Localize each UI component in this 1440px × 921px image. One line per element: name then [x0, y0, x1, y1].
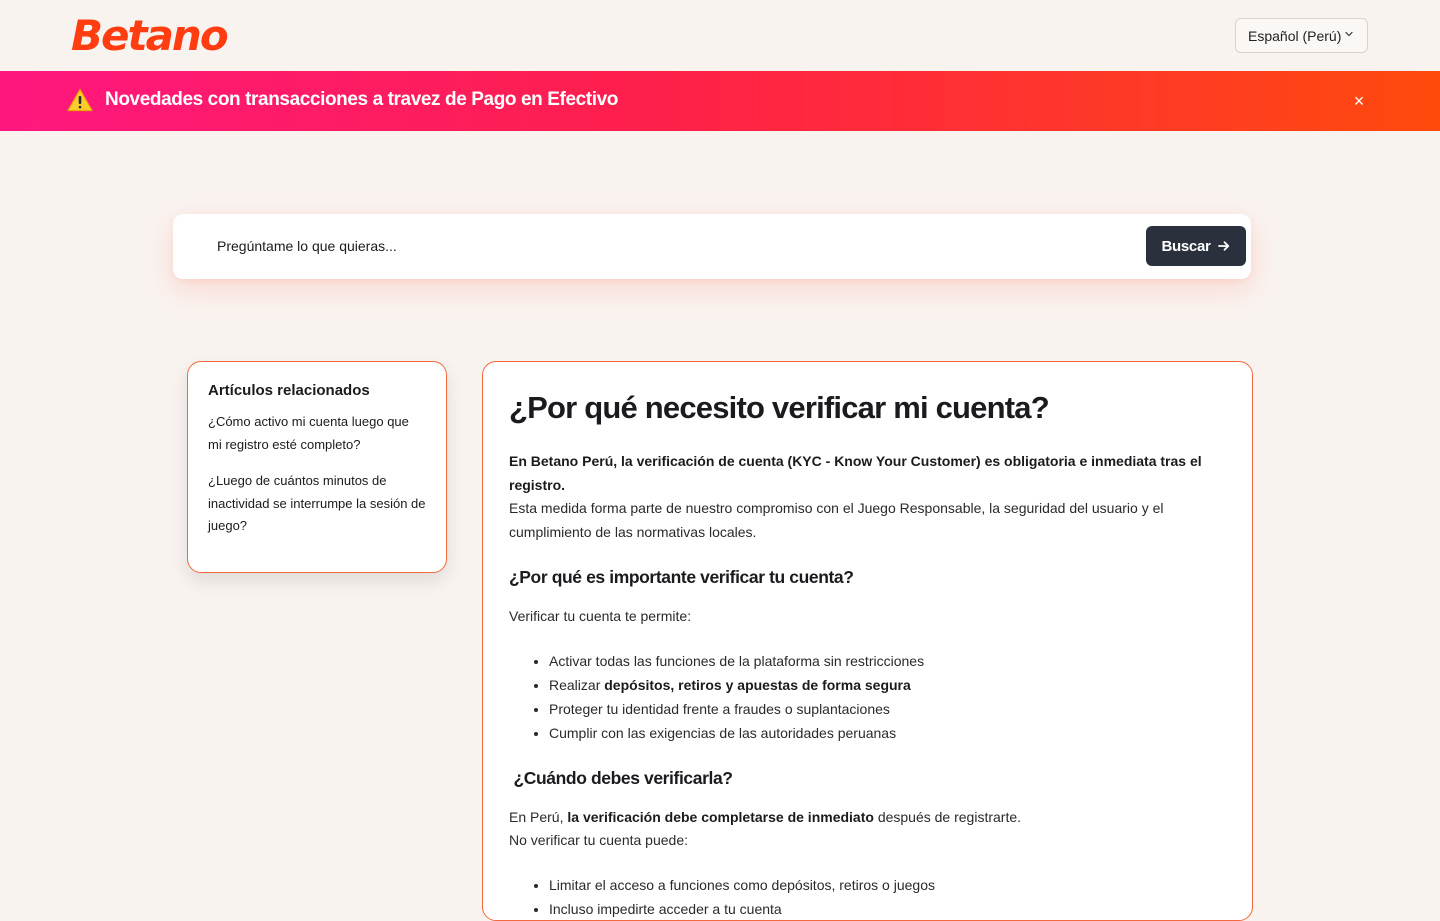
search-button-label: Buscar: [1161, 237, 1211, 255]
list-item: Activar todas las funciones de la plataf…: [549, 649, 1226, 673]
section-title: ¿Cuándo debes verificarla?: [509, 767, 733, 788]
related-articles-panel: Artículos relacionados ¿Cómo activo mi c…: [187, 361, 447, 573]
close-icon[interactable]: ×: [1350, 92, 1368, 110]
betano-logo[interactable]: Betano: [71, 12, 229, 60]
section-prefix: En Perú,: [509, 808, 568, 825]
related-article-link[interactable]: ¿Luego de cuántos minutos de inactividad…: [208, 470, 426, 538]
article-title: ¿Por qué necesito verificar mi cuenta?: [509, 390, 1050, 425]
article-intro: En Betano Perú, la verificación de cuent…: [509, 450, 1226, 544]
related-articles-title: Artículos relacionados: [208, 382, 370, 399]
chevron-down-icon: [1345, 31, 1353, 37]
list-item-bold: depósitos, retiros y apuestas de forma s…: [604, 676, 911, 693]
list-item: Limitar el acceso a funciones como depós…: [549, 873, 1226, 897]
list-item-prefix: Realizar: [549, 676, 605, 693]
list-item: Incluso impedirte acceder a tu cuenta: [549, 897, 1226, 921]
search-box: Buscar: [173, 214, 1251, 279]
intro-bold: En Betano Perú, la verificación de cuent…: [509, 453, 1202, 493]
banner-message[interactable]: Novedades con transacciones a travez de …: [105, 89, 618, 111]
list-item: Cumplir con las exigencias de las autori…: [549, 721, 1226, 745]
announcement-banner: Novedades con transacciones a travez de …: [0, 71, 1440, 131]
article-card: ¿Por qué necesito verificar mi cuenta? E…: [482, 361, 1253, 921]
benefits-list: Activar todas las funciones de la plataf…: [549, 649, 1226, 745]
consequences-list: Limitar el acceso a funciones como depós…: [549, 873, 1226, 921]
section-lead: Verificar tu cuenta te permite:: [509, 608, 692, 624]
list-item: Proteger tu identidad frente a fraudes o…: [549, 697, 1226, 721]
top-bar: Betano Español (Perú): [0, 0, 1440, 71]
section-bold: la verificación debe completarse de inme…: [567, 808, 874, 825]
intro-text: Esta medida forma parte de nuestro compr…: [509, 500, 1164, 540]
related-article-link[interactable]: ¿Cómo activo mi cuenta luego que mi regi…: [208, 411, 426, 456]
section-line: No verificar tu cuenta puede:: [509, 832, 688, 848]
search-input[interactable]: [217, 234, 1117, 258]
search-button[interactable]: Buscar: [1146, 226, 1246, 266]
language-label: Español (Perú): [1248, 27, 1342, 44]
section-title: ¿Por qué es importante verificar tu cuen…: [509, 567, 854, 587]
arrow-right-icon: [1217, 241, 1229, 251]
section-paragraph: En Perú, la verificación debe completars…: [509, 806, 1226, 853]
warning-icon: [67, 88, 93, 112]
language-select[interactable]: Español (Perú): [1235, 18, 1368, 53]
list-item: Realizar depósitos, retiros y apuestas d…: [549, 673, 1226, 697]
section-suffix: después de registrarte.: [873, 808, 1022, 825]
